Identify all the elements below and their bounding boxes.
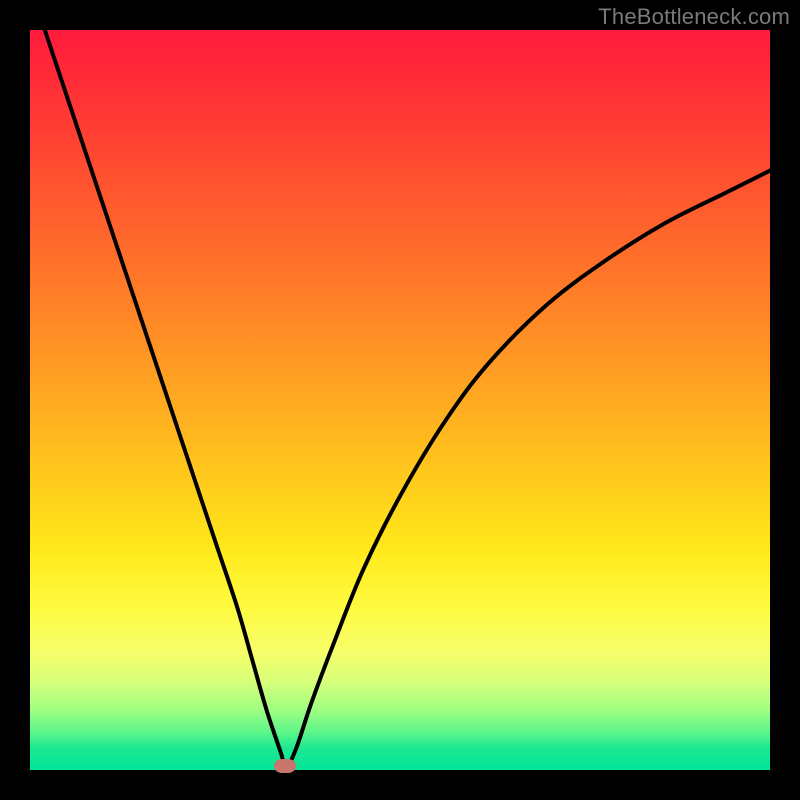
chart-frame: TheBottleneck.com xyxy=(0,0,800,800)
watermark-text: TheBottleneck.com xyxy=(598,4,790,30)
minimum-marker xyxy=(274,759,296,773)
plot-area xyxy=(30,30,770,770)
curve-layer xyxy=(30,30,770,770)
bottleneck-curve xyxy=(45,30,770,770)
